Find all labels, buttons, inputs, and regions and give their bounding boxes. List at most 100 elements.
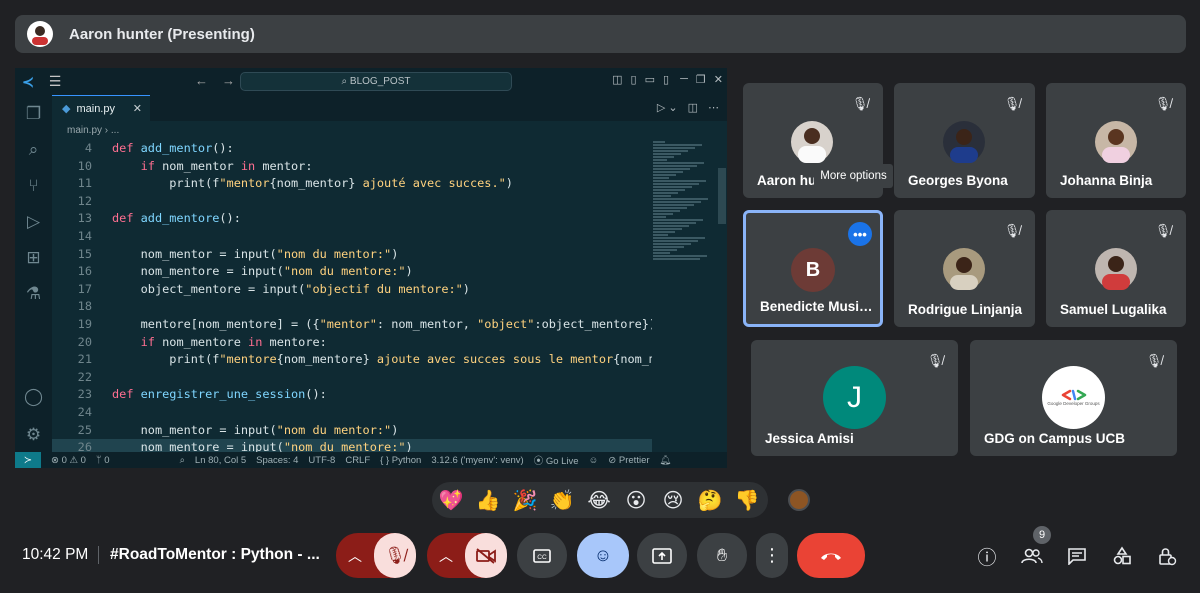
editor-actions: ▷ ⌄ ◫ ⋯ — [656, 102, 719, 114]
reaction-emoji[interactable]: 👏 — [549, 487, 575, 513]
code-token: if — [140, 334, 155, 349]
video-options-chevron-icon[interactable]: ︿ — [427, 546, 465, 566]
code-token: {nom_mentore} — [276, 352, 370, 367]
end-call-button[interactable] — [797, 533, 865, 578]
avatar — [791, 121, 833, 163]
code-token: nom_mentor = input( — [112, 422, 277, 437]
participant-tile-samuel[interactable]: 🎙︎̸ Samuel Lugalika — [1046, 210, 1186, 327]
video-control-group: ︿ — [427, 533, 507, 578]
participant-tile-gdg[interactable]: 🎙︎̸ Google Developer Groups GDG on Campu… — [970, 340, 1177, 456]
minimap-line — [653, 189, 685, 191]
activities-icon[interactable] — [1109, 543, 1135, 569]
more-options-icon[interactable]: ⋮ — [756, 533, 788, 578]
code-token: def — [112, 387, 141, 402]
reaction-emoji[interactable]: 😂 — [586, 487, 612, 513]
host-controls-lock-icon[interactable] — [1154, 543, 1180, 569]
minimap-line — [653, 198, 708, 200]
camera-off-button[interactable] — [465, 533, 507, 578]
people-icon[interactable] — [1019, 543, 1045, 569]
mic-off-button[interactable]: 🎙︎̸ — [374, 533, 416, 578]
line-number: 12 — [77, 193, 92, 208]
code-token: "mentor — [219, 176, 270, 191]
meeting-title: #RoadToMentor : Python - ... — [110, 546, 320, 563]
code-line: 11 print(f"mentor{nom_mentor} ajouté ave… — [52, 175, 652, 192]
presenter-label: Aaron hunter (Presenting) — [69, 25, 255, 43]
code-token: "mentor" — [319, 317, 377, 331]
search-text: BLOG_POST — [349, 76, 411, 87]
status-encoding: UTF-8 — [308, 454, 336, 466]
presenter-avatar — [27, 21, 53, 47]
status-interpreter: 3.12.6 ('myenv': venv) — [431, 454, 524, 466]
participant-name: Jessica Amisi — [765, 431, 854, 446]
emoji-reactions-button[interactable]: ☺ — [577, 533, 629, 578]
chat-icon[interactable] — [1064, 543, 1090, 569]
avatar — [1095, 121, 1137, 163]
code-token: print(f — [112, 352, 220, 367]
code-token: ) — [505, 176, 513, 191]
code-token: object_mentore = input( — [112, 281, 306, 296]
reaction-emoji[interactable]: 🤔 — [697, 487, 723, 513]
minimap-line — [653, 222, 696, 224]
line-number: 24 — [77, 405, 92, 419]
more-options-button[interactable]: ••• — [848, 222, 872, 246]
code-line: 15 nom_mentor = input("nom du mentor:") — [52, 246, 652, 263]
extensions-icon: ⊞ — [26, 248, 41, 267]
breadcrumb: main.py › ... — [67, 125, 120, 136]
line-number: 14 — [77, 229, 92, 243]
code-editor: 4 def add_mentor(): 10 if nom_mentor in me… — [52, 140, 652, 452]
minimap-line — [653, 153, 681, 155]
raise-hand-button[interactable]: ✋︎ — [697, 533, 747, 578]
code-token: "nom du mentor:" — [276, 422, 392, 437]
reaction-emoji[interactable]: 😢 — [660, 487, 686, 513]
status-prettier: ⊘ Prettier — [608, 454, 650, 466]
code-token: "nom du mentore:" — [283, 264, 406, 279]
line-number: 11 — [77, 176, 92, 191]
editor-scrollbar — [718, 168, 726, 224]
participant-tile-rodrigue[interactable]: 🎙︎̸ Rodrigue Linjanja — [894, 210, 1035, 327]
code-line: 18 — [52, 298, 652, 315]
minimap-line — [653, 156, 674, 158]
status-copilot-icon: ☺ — [588, 454, 599, 466]
python-file-icon: ◆ — [62, 103, 71, 115]
mic-off-icon: 🎙︎̸ — [926, 353, 944, 368]
code-line: 4 def add_mentor(): — [52, 140, 652, 157]
code-token: nom_mentore — [154, 334, 249, 349]
reaction-emoji[interactable]: 🎉 — [512, 487, 538, 513]
reaction-emoji[interactable]: 💖 — [438, 487, 464, 513]
code-token: mentore: — [262, 334, 327, 349]
mic-off-icon: 🎙︎̸ — [851, 96, 869, 111]
reaction-emoji[interactable]: 😮 — [623, 487, 649, 513]
code-line: 26 nom_mentore = input("nom du mentore:"… — [52, 439, 652, 452]
code-line: 21 print(f"mentore{nom_mentore} ajoute a… — [52, 351, 652, 368]
skin-tone-selector[interactable] — [788, 489, 810, 511]
line-number: 18 — [77, 299, 92, 314]
participant-tile-johanna[interactable]: 🎙︎̸ Johanna Binja — [1046, 83, 1186, 198]
code-line: 23 def enregistrer_une_session(): — [52, 386, 652, 403]
participant-name: Rodrigue Linjanja — [908, 302, 1023, 317]
present-screen-button[interactable] — [637, 533, 687, 578]
participant-tile-benedicte[interactable]: ••• B Benedicte Musi… — [743, 210, 883, 327]
captions-button[interactable]: CC — [517, 533, 567, 578]
participant-tile-jessica[interactable]: 🎙︎̸ J Jessica Amisi — [751, 340, 958, 456]
close-icon: ✕ — [132, 103, 142, 115]
code-token: nom_mentore = input( — [112, 440, 284, 452]
vscode-titlebar: ≺ ☰ ←→ ⌕ BLOG_POST ◫ ▯ ▭ ▯ ─ ❐ ✕ — [15, 68, 727, 95]
reaction-emoji[interactable]: 👍 — [475, 487, 501, 513]
minimap-line — [653, 174, 676, 176]
meeting-info-icon[interactable]: ⓘ — [974, 543, 1000, 569]
mic-off-icon: 🎙︎̸ — [1154, 96, 1172, 111]
line-number: 4 — [84, 141, 92, 155]
gdg-logo-text: Google Developer Groups — [1047, 401, 1100, 406]
minimap-line — [653, 144, 702, 146]
participant-name: Benedicte Musi… — [760, 299, 873, 314]
reaction-emoji[interactable]: 👎 — [734, 487, 760, 513]
participant-tile-georges[interactable]: 🎙︎̸ Georges Byona — [894, 83, 1035, 198]
minimap-line — [653, 213, 673, 215]
audio-options-chevron-icon[interactable]: ︿ — [336, 546, 374, 566]
code-token: :object_mentore}) — [534, 317, 652, 331]
gdg-logo: Google Developer Groups — [1042, 366, 1105, 429]
code-token: (): — [212, 141, 234, 155]
mic-off-icon: 🎙︎̸ — [1145, 353, 1163, 368]
activity-bar: ❐ ⌕ ⑂ ▷ ⊞ ⚗ ◯ ⚙ — [15, 95, 52, 452]
settings-gear-icon: ⚙ — [25, 425, 42, 444]
